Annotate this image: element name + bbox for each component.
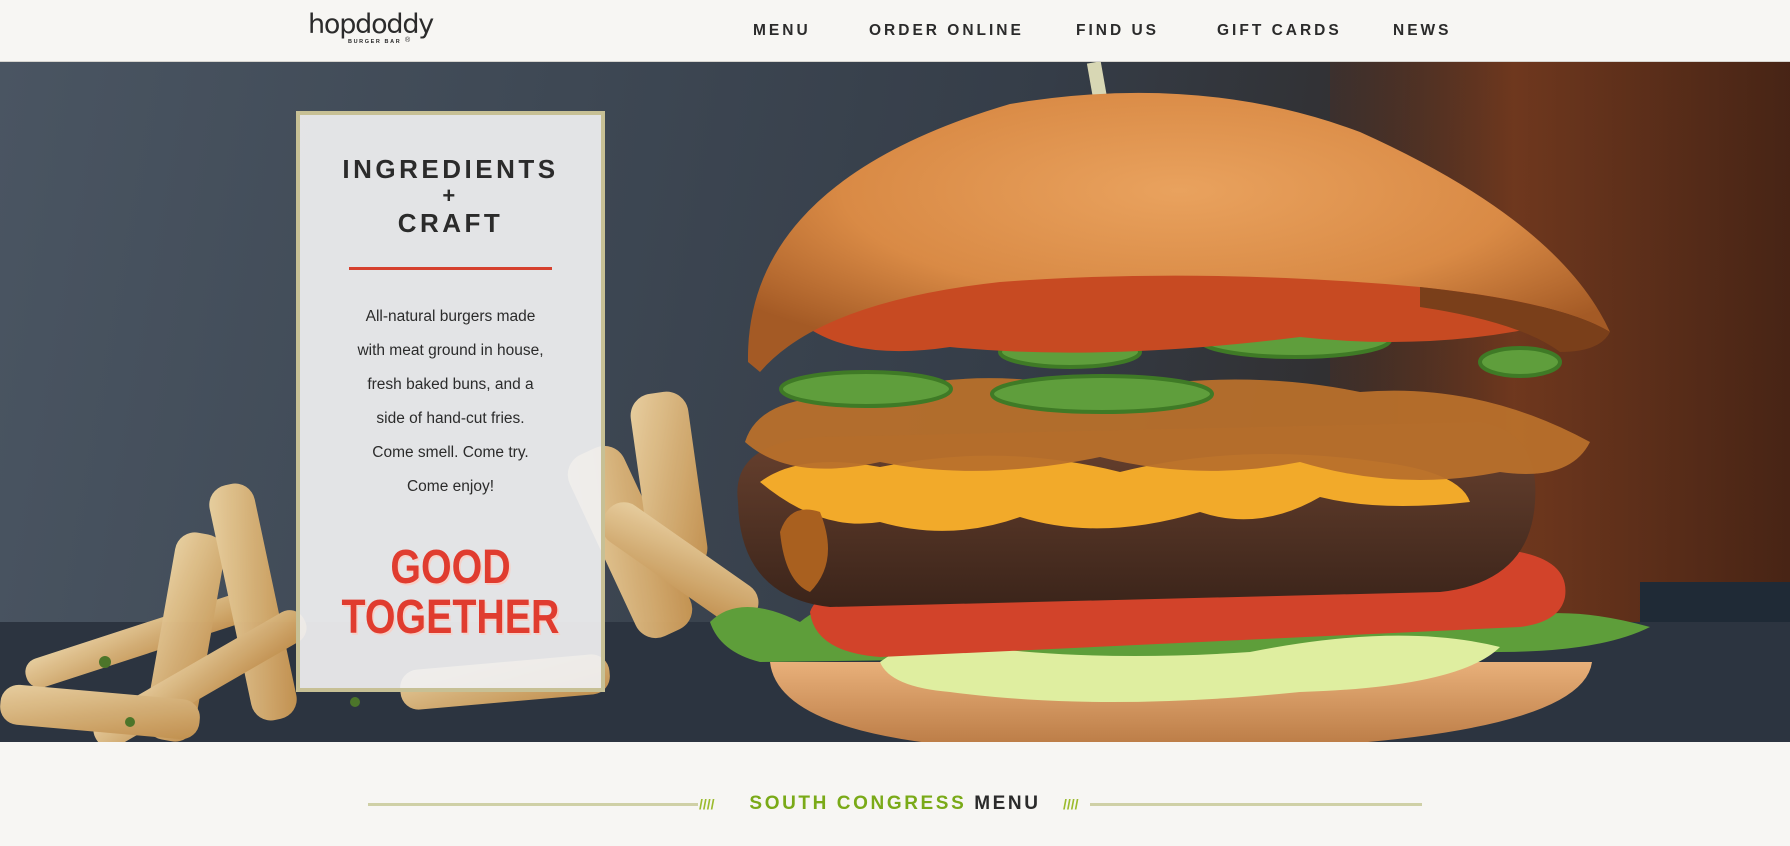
card-divider	[349, 267, 552, 270]
section-title-menu: MENU	[974, 793, 1041, 814]
card-title-ingredients: INGREDIENTS	[342, 154, 559, 184]
good-together-slogan: GOOD TOGETHER	[327, 543, 574, 643]
site-header: hopdoddy BURGER BAR ® MENU ORDER ONLINE …	[0, 0, 1790, 62]
card-body-line: fresh baked buns, and a	[367, 376, 534, 393]
card-body-line: All-natural burgers made	[365, 308, 536, 325]
card-title: INGREDIENTS + CRAFT	[300, 155, 601, 237]
card-body-line: with meat ground in house,	[357, 342, 544, 359]
slogan-good: GOOD	[390, 541, 511, 594]
logo[interactable]: hopdoddy BURGER BAR ®	[308, 9, 434, 50]
section-divider-right	[1090, 803, 1422, 806]
slogan-together: TOGETHER	[341, 591, 560, 644]
logo-registered-mark: ®	[405, 37, 411, 44]
card-body-line: Come enjoy!	[406, 478, 494, 495]
nav-gift-cards[interactable]: GIFT CARDS	[1217, 22, 1342, 40]
section-title: SOUTH CONGRESS MENU	[0, 793, 1790, 815]
card-title-craft: CRAFT	[397, 208, 504, 238]
menu-section-header: //// SOUTH CONGRESS MENU ////	[0, 742, 1790, 846]
card-body: All-natural burgers made with meat groun…	[320, 300, 581, 504]
nav-menu[interactable]: MENU	[753, 22, 811, 40]
section-hatch-right: ////	[1063, 796, 1079, 812]
nav-news[interactable]: NEWS	[1393, 22, 1452, 40]
nav-find-us[interactable]: FIND US	[1076, 22, 1159, 40]
card-body-line: Come smell. Come try.	[372, 444, 529, 461]
ingredients-card: INGREDIENTS + CRAFT All-natural burgers …	[296, 111, 605, 692]
logo-subtext: BURGER BAR	[348, 39, 402, 45]
nav-order-online[interactable]: ORDER ONLINE	[869, 22, 1024, 40]
card-title-plus: +	[442, 183, 459, 208]
burger-and-fries-photo	[0, 62, 1790, 742]
logo-wordmark: hopdoddy	[308, 9, 434, 40]
section-title-location: SOUTH CONGRESS	[749, 793, 967, 814]
hero-banner: INGREDIENTS + CRAFT All-natural burgers …	[0, 62, 1790, 742]
card-body-line: side of hand-cut fries.	[376, 410, 525, 427]
